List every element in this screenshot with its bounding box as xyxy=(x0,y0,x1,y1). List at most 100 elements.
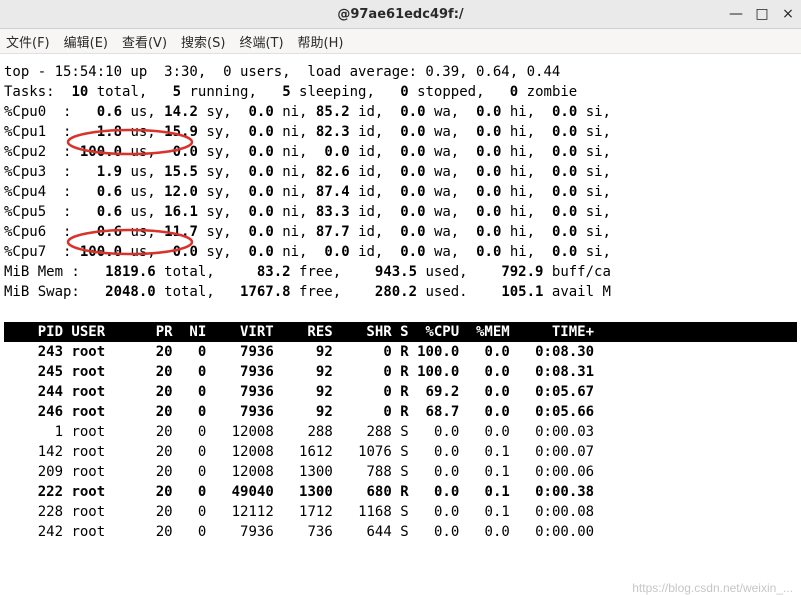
window-title: @97ae61edc49f:/ xyxy=(337,7,463,22)
state: S xyxy=(400,464,408,480)
pid: 1 xyxy=(4,424,63,440)
ni: 0 xyxy=(173,364,207,380)
cpu-line-2: %Cpu2 : 100.0 us, 0.0 sy, 0.0 ni, 0.0 id… xyxy=(4,142,797,162)
cpu: 100.0 xyxy=(409,344,460,360)
cpu1-si: 0.0 xyxy=(535,124,577,140)
process-row: 222 root 20 0 49040 1300 680 R 0.0 0.1 0… xyxy=(4,482,797,502)
menu-edit[interactable]: 编辑(E) xyxy=(64,32,108,51)
state: S xyxy=(400,444,408,460)
pid: 246 xyxy=(4,404,63,420)
menu-view[interactable]: 查看(V) xyxy=(122,32,167,51)
cpu2-hi: 0.0 xyxy=(459,144,501,160)
cpu7-us: 100.0 xyxy=(71,244,122,260)
state: R xyxy=(400,484,408,500)
virt: 7936 xyxy=(206,364,273,380)
shr: 1076 xyxy=(333,444,392,460)
virt: 12008 xyxy=(206,444,273,460)
cpu6-hi: 0.0 xyxy=(459,224,501,240)
cpu7-hi: 0.0 xyxy=(459,244,501,260)
cpu7-si: 0.0 xyxy=(535,244,577,260)
shr: 644 xyxy=(333,524,392,540)
menubar: 文件(F) 编辑(E) 查看(V) 搜索(S) 终端(T) 帮助(H) xyxy=(0,29,801,54)
mem-total: 1819.6 xyxy=(80,264,156,280)
pid: 209 xyxy=(4,464,63,480)
ni: 0 xyxy=(173,404,207,420)
cpu3-wa: 0.0 xyxy=(383,164,425,180)
close-icon[interactable]: × xyxy=(779,5,797,23)
state: S xyxy=(400,424,408,440)
cpu1-us: 1.8 xyxy=(71,124,122,140)
cpu6-us: 0.6 xyxy=(71,224,122,240)
state: R xyxy=(400,384,408,400)
pr: 20 xyxy=(147,404,172,420)
mem: 0.1 xyxy=(459,484,510,500)
virt: 7936 xyxy=(206,344,273,360)
mem: 0.0 xyxy=(459,524,510,540)
cpu0-sy: 14.2 xyxy=(156,104,198,120)
virt: 7936 xyxy=(206,384,273,400)
process-row: 246 root 20 0 7936 92 0 R 68.7 0.0 0:05.… xyxy=(4,402,797,422)
cpu6-si: 0.0 xyxy=(535,224,577,240)
time: 0:08.30 xyxy=(510,344,594,360)
cpu-line-7: %Cpu7 : 100.0 us, 0.0 sy, 0.0 ni, 0.0 id… xyxy=(4,242,797,262)
ni: 0 xyxy=(173,384,207,400)
res: 92 xyxy=(274,384,333,400)
cpu0-id: 85.2 xyxy=(307,104,349,120)
pr: 20 xyxy=(147,364,172,380)
menu-term[interactable]: 终端(T) xyxy=(239,32,283,51)
user: root xyxy=(71,344,147,360)
user: root xyxy=(71,404,147,420)
user: root xyxy=(71,464,147,480)
terminal[interactable]: top - 15:54:10 up 3:30, 0 users, load av… xyxy=(0,54,801,542)
maximize-icon[interactable]: □ xyxy=(753,5,771,23)
tasks-line: Tasks: 10 total, 5 running, 5 sleeping, … xyxy=(4,82,797,102)
cpu0-ni: 0.0 xyxy=(232,104,274,120)
cpu0-si: 0.0 xyxy=(535,104,577,120)
menu-file[interactable]: 文件(F) xyxy=(6,32,50,51)
cpu0-us: 0.6 xyxy=(71,104,122,120)
cpu6-id: 87.7 xyxy=(307,224,349,240)
cpu: 0.0 xyxy=(409,524,460,540)
menu-help[interactable]: 帮助(H) xyxy=(298,32,344,51)
pid: 242 xyxy=(4,524,63,540)
cpu7-ni: 0.0 xyxy=(232,244,274,260)
cpu2-id: 0.0 xyxy=(307,144,349,160)
cpu: 0.0 xyxy=(409,464,460,480)
ni: 0 xyxy=(173,464,207,480)
cpu3-us: 1.9 xyxy=(71,164,122,180)
shr: 0 xyxy=(333,344,392,360)
mem: 0.1 xyxy=(459,444,510,460)
user: root xyxy=(71,424,147,440)
res: 288 xyxy=(274,424,333,440)
ni: 0 xyxy=(173,444,207,460)
cpu0-wa: 0.0 xyxy=(383,104,425,120)
pid: 222 xyxy=(4,484,63,500)
state: S xyxy=(400,504,408,520)
menu-search[interactable]: 搜索(S) xyxy=(181,32,225,51)
cpu5-si: 0.0 xyxy=(535,204,577,220)
pr: 20 xyxy=(147,344,172,360)
shr: 680 xyxy=(333,484,392,500)
mem-used: 943.5 xyxy=(341,264,417,280)
time: 0:00.03 xyxy=(510,424,594,440)
mem: 0.0 xyxy=(459,404,510,420)
shr: 788 xyxy=(333,464,392,480)
minimize-icon[interactable]: — xyxy=(727,5,745,23)
res: 1300 xyxy=(274,484,333,500)
cpu4-us: 0.6 xyxy=(71,184,122,200)
mem-line: MiB Mem : 1819.6 total, 83.2 free, 943.5… xyxy=(4,262,797,282)
pid: 228 xyxy=(4,504,63,520)
state: R xyxy=(400,364,408,380)
ni: 0 xyxy=(173,524,207,540)
cpu7-sy: 0.0 xyxy=(156,244,198,260)
shr: 0 xyxy=(333,384,392,400)
process-row: 242 root 20 0 7936 736 644 S 0.0 0.0 0:0… xyxy=(4,522,797,542)
shr: 0 xyxy=(333,364,392,380)
shr: 1168 xyxy=(333,504,392,520)
cpu: 69.2 xyxy=(409,384,460,400)
process-row: 244 root 20 0 7936 92 0 R 69.2 0.0 0:05.… xyxy=(4,382,797,402)
cpu5-us: 0.6 xyxy=(71,204,122,220)
cpu-line-0: %Cpu0 : 0.6 us, 14.2 sy, 0.0 ni, 85.2 id… xyxy=(4,102,797,122)
ni: 0 xyxy=(173,424,207,440)
pr: 20 xyxy=(147,444,172,460)
